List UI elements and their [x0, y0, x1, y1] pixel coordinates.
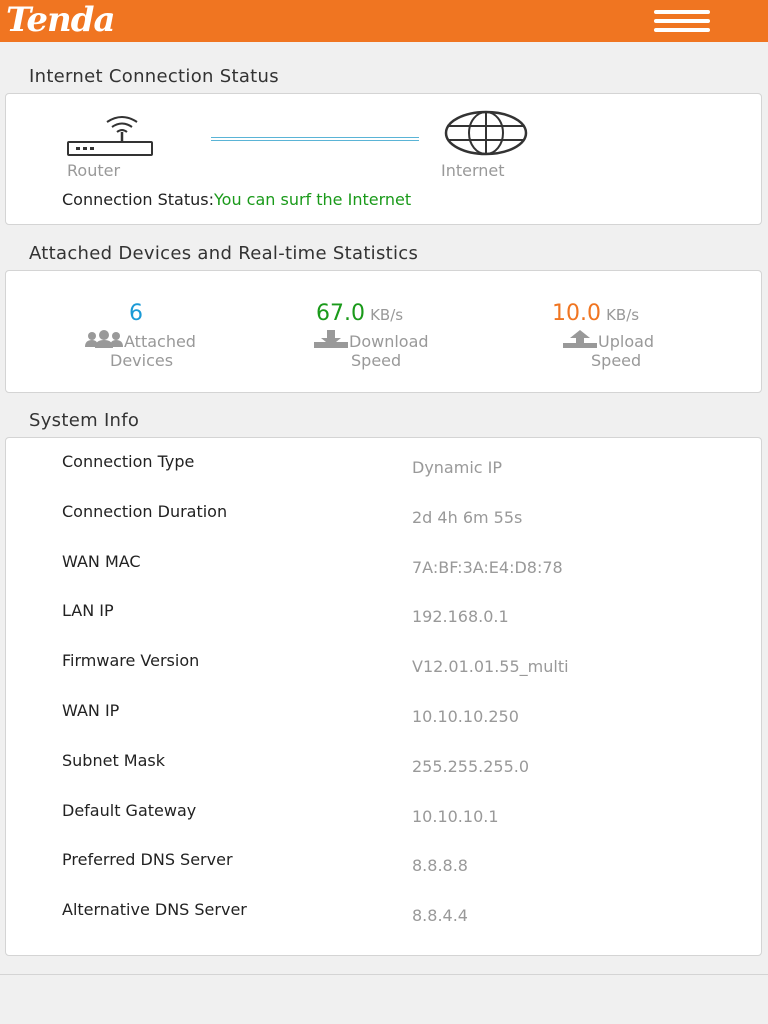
- info-row: Default Gateway 10.10.10.1: [6, 801, 763, 841]
- info-row: Connection Duration 2d 4h 6m 55s: [6, 502, 763, 542]
- hamburger-menu-icon[interactable]: [654, 10, 710, 34]
- system-info-card: Connection Type Dynamic IP Connection Dura…: [5, 437, 762, 956]
- info-value: 8.8.8.8: [412, 856, 468, 876]
- info-row: WAN IP 10.10.10.250: [6, 701, 763, 741]
- info-value: 255.255.255.0: [412, 756, 530, 776]
- internet-label: Internet: [441, 161, 505, 180]
- users-icon: [85, 330, 123, 348]
- info-row: Alternative DNS Server 8.8.4.4: [6, 900, 763, 940]
- download-speed-value: 67.0: [316, 301, 365, 326]
- info-row: WAN MAC 7A:BF:3A:E4:D8:78: [6, 552, 763, 592]
- info-value: Dynamic IP: [412, 458, 503, 477]
- info-value: 10.10.10.250: [412, 707, 519, 726]
- info-key: Preferred DNS Server: [62, 850, 233, 870]
- download-speed-stat: 67.0 KB/s Download Speed: [306, 301, 476, 370]
- connection-status-value: You can surf the Internet: [214, 190, 412, 209]
- connection-link-line: [211, 137, 419, 141]
- header-bar: Tenda: [0, 0, 768, 42]
- attached-devices-count: 6: [129, 301, 143, 326]
- attached-devices-label: Attached: [124, 332, 196, 351]
- upload-speed-value: 10.0: [552, 301, 601, 326]
- upload-speed-unit: KB/s: [606, 306, 640, 324]
- info-key: WAN IP: [62, 701, 120, 720]
- footer-divider: [0, 974, 768, 975]
- upload-icon: [563, 330, 597, 348]
- connection-status-label: Connection Status:: [62, 190, 214, 209]
- info-row: LAN IP 192.168.0.1: [6, 601, 763, 641]
- router-label: Router: [67, 161, 121, 180]
- info-key: Subnet Mask: [62, 750, 166, 770]
- info-key: LAN IP: [62, 601, 114, 621]
- info-value: 10.10.10.1: [412, 806, 499, 826]
- info-value: 8.8.4.4: [412, 906, 468, 926]
- info-value: 7A:BF:3A:E4:D8:78: [412, 557, 563, 577]
- globe-icon: [444, 110, 528, 156]
- info-key: Default Gateway: [62, 800, 197, 820]
- tenda-logo[interactable]: Tenda: [6, 0, 116, 40]
- info-value: 2d 4h 6m 55s: [412, 507, 523, 527]
- info-row: Preferred DNS Server 8.8.8.8: [6, 850, 763, 890]
- info-row: Subnet Mask 255.255.255.0: [6, 751, 763, 791]
- connection-section-title: Internet Connection Status: [29, 66, 279, 87]
- info-value: 192.168.0.1: [412, 607, 509, 627]
- info-key: Connection Duration: [62, 501, 228, 521]
- statistics-card: 6 Attached Devices 67.0 KB/s Download Sp: [5, 270, 762, 393]
- download-icon: [314, 330, 348, 348]
- info-key: WAN MAC: [62, 551, 141, 571]
- statistics-section-title: Attached Devices and Real-time Statistic…: [29, 243, 419, 264]
- attached-devices-label-2: Devices: [110, 351, 174, 370]
- download-speed-label: Download: [349, 332, 429, 351]
- download-speed-unit: KB/s: [370, 306, 404, 324]
- download-speed-label-2: Speed: [351, 351, 402, 370]
- system-info-section-title: System Info: [29, 410, 140, 431]
- info-key: Alternative DNS Server: [62, 900, 247, 920]
- connection-card: Router Internet Connection Status:You ca…: [5, 93, 762, 225]
- upload-speed-stat: 10.0 KB/s Upload Speed: [546, 301, 746, 370]
- info-row: Firmware Version V12.01.01.55_multi: [6, 651, 763, 691]
- upload-speed-label-2: Speed: [591, 351, 642, 370]
- attached-devices-stat[interactable]: 6 Attached Devices: [46, 301, 266, 370]
- connection-status: Connection Status:You can surf the Inter…: [62, 190, 411, 209]
- info-key: Firmware Version: [62, 651, 200, 671]
- router-icon: [67, 116, 153, 156]
- info-key: Connection Type: [62, 452, 195, 471]
- info-value: V12.01.01.55_multi: [412, 657, 569, 677]
- info-row: Connection Type Dynamic IP: [6, 452, 763, 492]
- upload-speed-label: Upload: [598, 332, 655, 351]
